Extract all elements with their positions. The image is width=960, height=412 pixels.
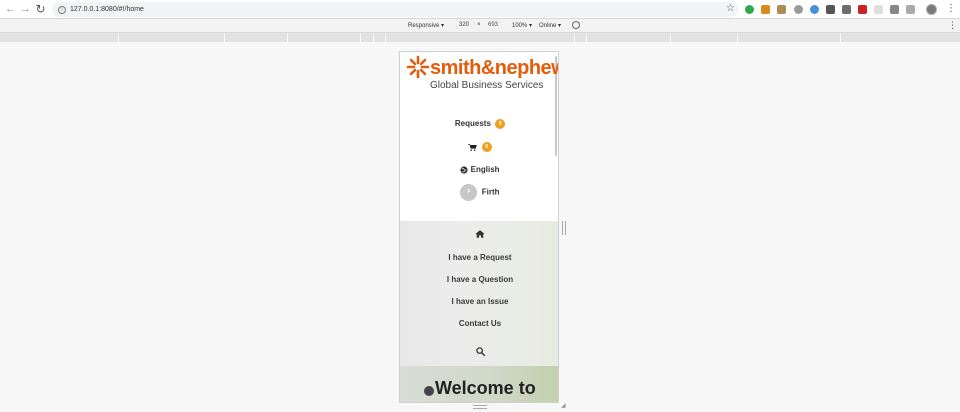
device-toolbar: Responsive ▾ 320 × 693 100% ▾ Online ▾ ⋮ xyxy=(0,19,960,33)
extension-icon[interactable] xyxy=(810,5,819,14)
back-icon[interactable]: ← xyxy=(3,2,18,17)
nav-item-question[interactable]: I have a Question xyxy=(400,275,558,284)
carousel-dot[interactable] xyxy=(424,386,434,396)
browser-toolbar: ← → ↻ i 127.0.0.1:8080/#!/home ☆ ⋮ xyxy=(0,0,960,19)
reload-icon[interactable]: ↻ xyxy=(33,2,48,17)
viewport-height-input[interactable]: 693 xyxy=(488,22,498,28)
nav-item-request[interactable]: I have a Request xyxy=(400,253,558,262)
logo-tagline: Global Business Services xyxy=(430,80,544,91)
forward-icon[interactable]: → xyxy=(18,2,33,17)
starburst-logo-icon xyxy=(406,55,430,79)
nav-item-issue[interactable]: I have an Issue xyxy=(400,297,558,306)
extension-icon[interactable] xyxy=(794,5,803,14)
chrome-menu-icon[interactable]: ⋮ xyxy=(946,3,956,14)
requests-label: Requests xyxy=(454,119,491,129)
cart-link[interactable]: 0 xyxy=(400,142,558,152)
nav-item-contact[interactable]: Contact Us xyxy=(400,319,558,328)
extension-icon[interactable] xyxy=(858,5,867,14)
brand-logo[interactable]: smith&nephew Global Business Services xyxy=(406,55,558,95)
corner-resize-handle[interactable]: ◢ xyxy=(561,402,567,409)
network-select[interactable]: Online ▾ xyxy=(539,22,561,29)
device-more-icon[interactable]: ⋮ xyxy=(948,20,957,31)
device-select[interactable]: Responsive ▾ xyxy=(408,22,444,29)
globe-icon xyxy=(460,166,469,174)
extension-icon[interactable] xyxy=(906,5,915,14)
viewport-width-input[interactable]: 320 xyxy=(459,22,469,28)
bookmark-star-icon[interactable]: ☆ xyxy=(726,3,735,14)
search-icon xyxy=(475,347,485,357)
extension-icon[interactable] xyxy=(842,5,851,14)
extension-icon[interactable] xyxy=(761,5,770,14)
extension-icon[interactable] xyxy=(777,5,786,14)
hero-banner: Welcome to xyxy=(400,366,558,402)
nav-home[interactable] xyxy=(400,230,558,240)
width-resize-handle[interactable] xyxy=(562,221,566,235)
hero-title: Welcome to xyxy=(435,378,536,398)
device-viewport: smith&nephew Global Business Services Re… xyxy=(399,51,559,403)
home-icon xyxy=(475,230,485,238)
main-nav: I have a Request I have a Question I hav… xyxy=(400,221,558,366)
dimension-separator: × xyxy=(477,22,481,28)
logo-wordmark: smith&nephew xyxy=(430,57,559,79)
language-selector[interactable]: English xyxy=(400,165,558,174)
user-menu[interactable]: F Firth xyxy=(400,184,558,201)
extension-icon[interactable] xyxy=(826,5,835,14)
rotate-icon[interactable] xyxy=(572,21,580,29)
user-name: Firth xyxy=(481,187,500,197)
language-label: English xyxy=(470,165,500,174)
zoom-select[interactable]: 100% ▾ xyxy=(512,22,532,29)
url-text: 127.0.0.1:8080/#!/home xyxy=(70,6,144,13)
extension-evernote-icon[interactable] xyxy=(745,5,754,14)
requests-count-badge: 0 xyxy=(495,119,506,129)
media-query-bar[interactable] xyxy=(0,33,960,42)
cart-count-badge: 0 xyxy=(481,142,492,152)
cart-icon xyxy=(468,143,478,151)
user-avatar: F xyxy=(460,184,478,201)
height-resize-handle[interactable] xyxy=(473,405,487,409)
extension-icon[interactable] xyxy=(890,5,899,14)
info-icon[interactable]: i xyxy=(58,5,66,14)
address-bar[interactable]: i 127.0.0.1:8080/#!/home xyxy=(52,2,738,17)
nav-search[interactable] xyxy=(400,347,558,358)
requests-link[interactable]: Requests 0 xyxy=(400,119,558,129)
profile-avatar[interactable] xyxy=(926,4,937,15)
extension-icon[interactable] xyxy=(874,5,883,14)
